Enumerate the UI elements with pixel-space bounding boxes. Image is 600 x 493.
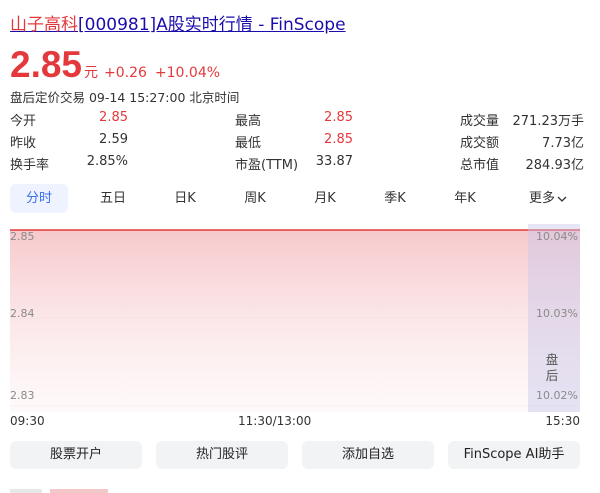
price-unit: 元 xyxy=(84,65,99,81)
intraday-chart-canvas xyxy=(10,229,580,412)
stock-code-title[interactable]: [000981]A股实时行情 - FinScope xyxy=(78,15,346,35)
stat-low: 最低 2.85 xyxy=(235,132,353,151)
action-bar: 股票开户 热门股评 添加自选 FinScope AI助手 xyxy=(10,441,580,469)
tab-intraday[interactable]: 分时 xyxy=(10,184,68,213)
stat-label: 市盈(TTM) xyxy=(235,158,299,173)
next-section-peek xyxy=(10,484,210,493)
tab-quarterly-k[interactable]: 季K xyxy=(366,184,424,213)
price-change: +0.26 xyxy=(104,65,147,81)
x-tick-label: 15:30 xyxy=(545,414,580,428)
chart-period-tabs: 分时 五日 日K 周K 月K 季K 年K 更多 xyxy=(10,184,580,213)
tab-weekly-k[interactable]: 周K xyxy=(226,184,284,213)
tab-daily-k[interactable]: 日K xyxy=(156,184,214,213)
stat-value: 2.85 xyxy=(99,110,128,125)
stat-prev-close: 昨收 2.59 xyxy=(10,132,128,151)
tab-more-label: 更多 xyxy=(528,191,555,206)
stat-open: 今开 2.85 xyxy=(10,110,128,129)
price-change-percent: +10.04% xyxy=(154,65,221,81)
x-tick-label: 09:30 xyxy=(10,414,45,428)
y2-tick-label: 10.04% xyxy=(536,230,578,243)
tab-more[interactable]: 更多 xyxy=(516,184,580,213)
stat-label: 成交量 xyxy=(460,114,500,129)
page-title-link[interactable]: 山子高科[000981]A股实时行情 - FinScope xyxy=(10,10,346,35)
stat-turnover-rate: 换手率 2.85% xyxy=(10,154,128,173)
stat-label: 最低 xyxy=(235,136,262,151)
stat-label: 换手率 xyxy=(10,158,50,173)
price-area-fill xyxy=(10,230,580,412)
current-price: 2.85 xyxy=(10,44,83,85)
stat-high: 最高 2.85 xyxy=(235,110,353,129)
stat-value: 2.59 xyxy=(99,132,128,147)
y2-tick-label: 10.02% xyxy=(536,389,578,402)
stat-value: 284.93亿 xyxy=(525,158,585,173)
stat-turnover-amount: 成交额 7.73亿 xyxy=(460,132,584,151)
ai-assistant-button[interactable]: FinScope AI助手 xyxy=(448,441,580,469)
open-account-button[interactable]: 股票开户 xyxy=(10,441,142,469)
stat-pe-ttm: 市盈(TTM) 33.87 xyxy=(235,154,353,173)
tab-monthly-k[interactable]: 月K xyxy=(296,184,354,213)
stat-label: 最高 xyxy=(235,114,262,129)
stat-value: 2.85% xyxy=(86,154,128,169)
peek-block xyxy=(10,489,42,493)
stat-label: 成交额 xyxy=(460,136,500,151)
stat-value: 271.23万手 xyxy=(512,114,585,129)
tab-yearly-k[interactable]: 年K xyxy=(436,184,494,213)
stat-label: 昨收 xyxy=(10,136,37,151)
peek-block xyxy=(50,489,108,493)
y-tick-label: 2.84 xyxy=(10,307,35,320)
stat-value: 2.85 xyxy=(324,110,353,125)
stat-market-cap: 总市值 284.93亿 xyxy=(460,154,585,173)
add-watchlist-button[interactable]: 添加自选 xyxy=(302,441,434,469)
after-hours-label: 盘后 xyxy=(545,352,559,383)
stat-volume: 成交量 271.23万手 xyxy=(460,110,585,129)
hot-comments-button[interactable]: 热门股评 xyxy=(156,441,288,469)
stat-label: 总市值 xyxy=(460,158,500,173)
x-tick-label: 11:30/13:00 xyxy=(238,414,312,428)
y-tick-label: 2.85 xyxy=(10,230,35,243)
stock-name[interactable]: 山子高科 xyxy=(10,15,78,35)
stat-label: 今开 xyxy=(10,114,37,129)
intraday-chart[interactable]: 盘后 2.85 2.84 2.83 10.04% 10.03% 10.02% xyxy=(10,224,580,412)
chevron-down-icon xyxy=(557,196,567,202)
y2-tick-label: 10.03% xyxy=(536,307,578,320)
price-row: 2.85 元 +0.26 +10.04% xyxy=(10,44,228,85)
stat-value: 33.87 xyxy=(315,154,353,169)
tab-five-day[interactable]: 五日 xyxy=(84,184,142,213)
time-axis: 09:30 11:30/13:00 15:30 xyxy=(10,414,580,430)
trading-status: 盘后定价交易 09-14 15:27:00 北京时间 xyxy=(10,90,240,105)
stat-value: 7.73亿 xyxy=(542,136,584,151)
y-tick-label: 2.83 xyxy=(10,389,35,402)
stat-value: 2.85 xyxy=(324,132,353,147)
